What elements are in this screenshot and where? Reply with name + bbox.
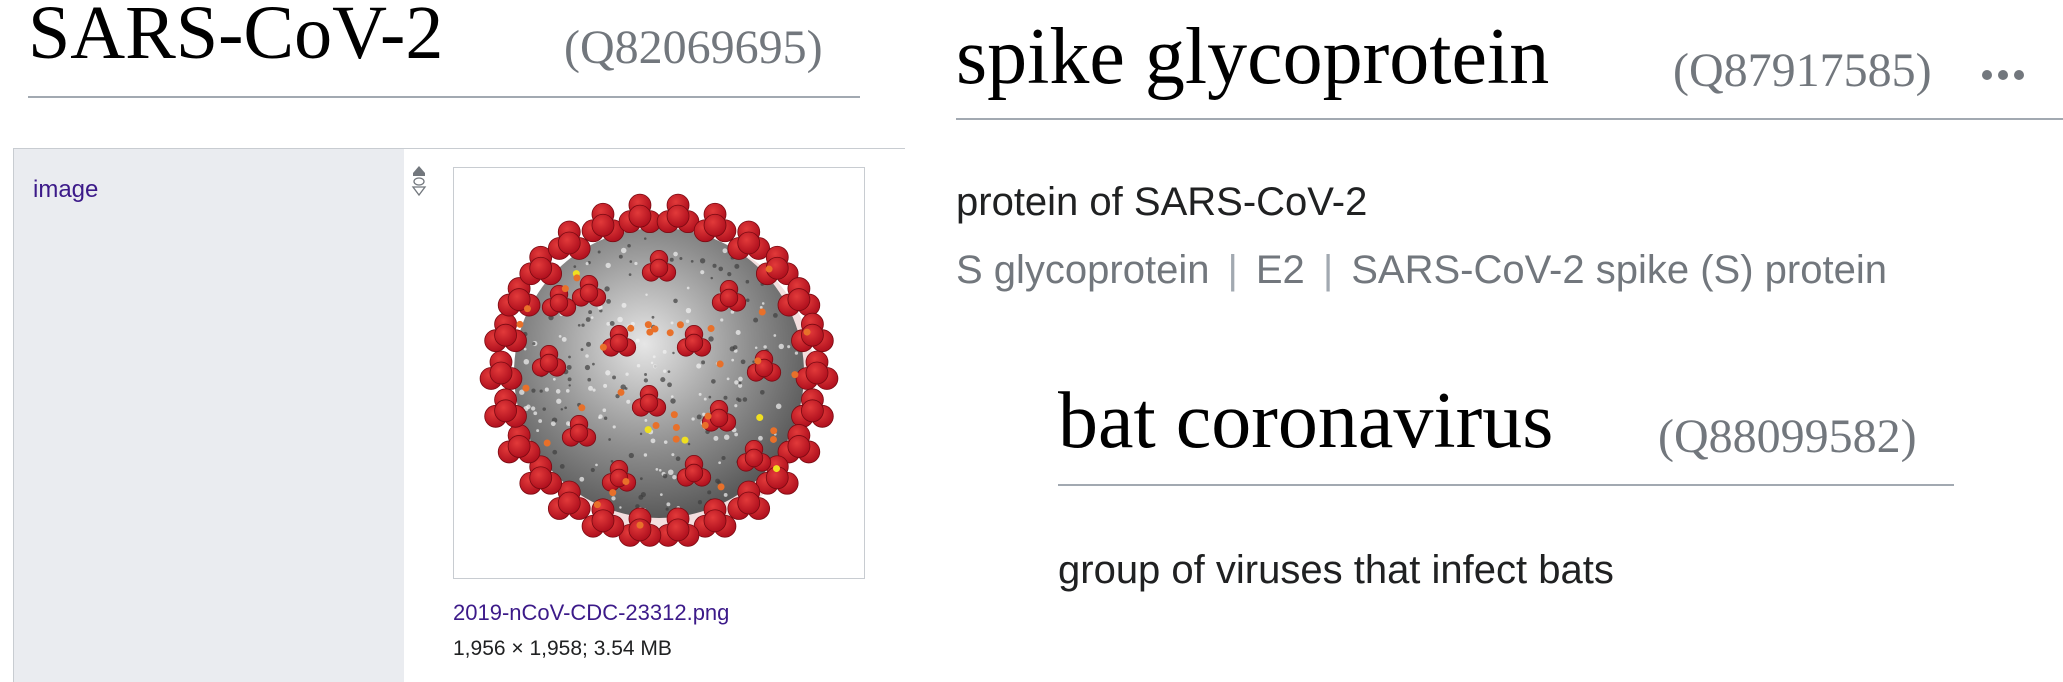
- image-file-meta: 1,956 × 1,958; 3.54 MB: [453, 637, 672, 660]
- sars-cov-2-title: SARS-CoV-2: [28, 0, 444, 75]
- spike-glycoprotein-heading: spike glycoprotein (Q87917585): [956, 0, 2063, 120]
- alias-item: S glycoprotein: [956, 248, 1210, 292]
- bat-coronavirus-qid: (Q88099582): [1658, 410, 1917, 463]
- rank-selector-icon[interactable]: [411, 165, 427, 202]
- sars-cov-2-heading: SARS-CoV-2 (Q82069695): [28, 0, 860, 98]
- sars-cov-2-qid: (Q82069695): [564, 21, 823, 74]
- spike-glycoprotein-description: protein of SARS-CoV-2: [956, 180, 1368, 224]
- alias-item: SARS-CoV-2 spike (S) protein: [1351, 248, 1887, 292]
- spike-glycoprotein-qid: (Q87917585): [1673, 44, 1932, 97]
- coronavirus-illustration-icon: [479, 193, 839, 547]
- spike-glycoprotein-title: spike glycoprotein: [956, 13, 1550, 101]
- spike-glycoprotein-aliases: S glycoprotein | E2 | SARS-CoV-2 spike (S) p…: [956, 248, 1887, 293]
- ellipsis-icon[interactable]: [1981, 68, 2025, 86]
- image-file-link[interactable]: 2019-nCoV-CDC-23312.png: [453, 600, 729, 626]
- spike-protein-shape: [693, 202, 737, 243]
- spike-protein-shape: [581, 202, 625, 243]
- property-image-link[interactable]: image: [33, 176, 98, 204]
- image-statement: image 2019-nCoV-CDC-23312.png 1,956 × 1,…: [13, 149, 906, 682]
- bat-coronavirus-description: group of viruses that infect bats: [1058, 548, 1614, 592]
- property-cell: image: [14, 149, 404, 682]
- spike-protein-shape: [656, 193, 700, 234]
- spike-protein-shape: [484, 312, 527, 353]
- bat-coronavirus-title: bat coronavirus: [1058, 377, 1554, 465]
- spike-protein-shape: [618, 193, 662, 234]
- image-thumbnail[interactable]: [453, 167, 865, 579]
- alias-separator: |: [1322, 248, 1334, 292]
- alias-separator: |: [1227, 248, 1238, 292]
- alias-item: E2: [1255, 248, 1305, 292]
- bat-coronavirus-heading: bat coronavirus (Q88099582): [1058, 377, 1954, 486]
